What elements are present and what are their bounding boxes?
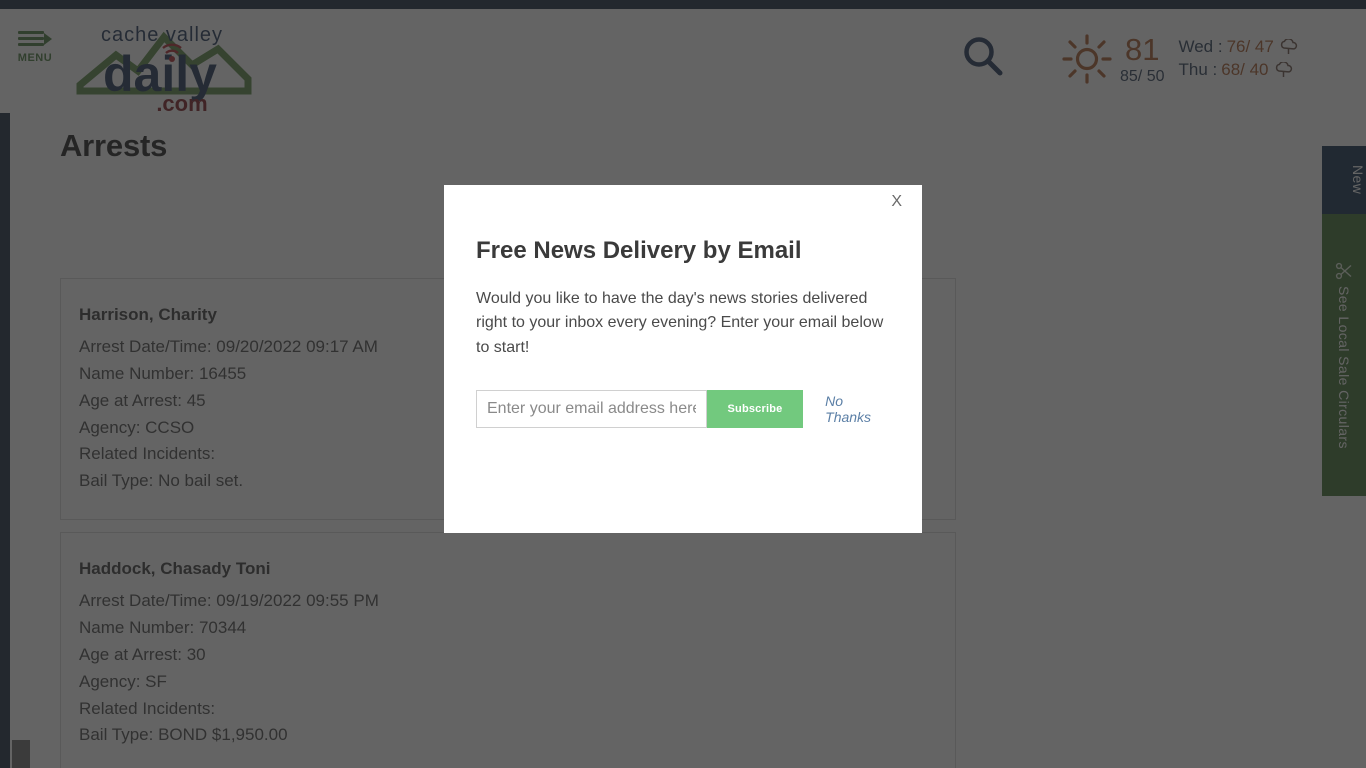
modal-body-text: Would you like to have the day's news st… — [476, 290, 884, 356]
newsletter-modal: X Free News Delivery by Email Would you … — [444, 185, 922, 533]
no-thanks-link[interactable]: No Thanks — [825, 393, 890, 425]
email-input[interactable] — [476, 389, 707, 428]
subscribe-button[interactable]: Subscribe — [706, 389, 804, 428]
newsletter-form: Subscribe No Thanks — [476, 389, 890, 428]
page-root: MENU cache valley daily .com — [0, 0, 1366, 768]
modal-title: Free News Delivery by Email — [476, 237, 802, 264]
close-icon[interactable]: X — [885, 189, 908, 215]
